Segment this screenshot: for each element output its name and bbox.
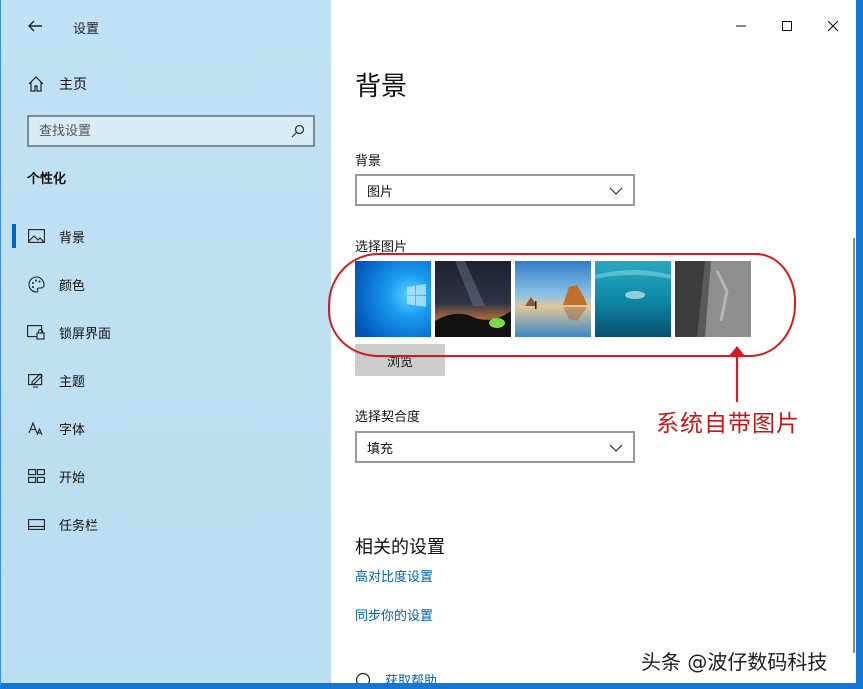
sidebar-nav: 背景 颜色 锁屏界面 主题 字体 开始 任务栏 (1, 212, 331, 548)
start-icon (27, 469, 45, 483)
sidebar-item-background[interactable]: 背景 (1, 212, 331, 260)
home-label: 主页 (59, 77, 87, 93)
background-type-value: 图片 (367, 184, 394, 200)
sidebar-item-label: 任务栏 (59, 518, 99, 534)
settings-window: 设置 主页 个性化 背景 颜色 (0, 0, 863, 689)
search-input[interactable] (29, 117, 313, 145)
lock-screen-icon (27, 324, 45, 340)
annotation-text: 系统自带图片 (656, 411, 800, 437)
background-type-dropdown[interactable]: 图片 (355, 174, 635, 206)
sidebar-item-themes[interactable]: 主题 (1, 356, 331, 404)
sidebar: 设置 主页 个性化 背景 颜色 (1, 0, 331, 683)
back-button[interactable] (23, 14, 47, 38)
font-icon (27, 421, 43, 435)
sidebar-item-fonts[interactable]: 字体 (1, 404, 331, 452)
search-icon[interactable] (291, 124, 305, 138)
sidebar-item-label: 字体 (59, 422, 86, 438)
sidebar-item-label: 开始 (59, 470, 86, 486)
palette-icon (28, 275, 45, 293)
related-settings-title: 相关的设置 (355, 537, 445, 558)
page-title: 背景 (355, 72, 408, 102)
close-button[interactable] (810, 0, 856, 52)
sidebar-item-label: 背景 (59, 230, 86, 246)
fit-dropdown[interactable]: 填充 (355, 431, 635, 463)
chevron-down-icon (609, 444, 623, 452)
chevron-down-icon (609, 187, 623, 195)
scrollbar[interactable] (853, 238, 855, 653)
sidebar-item-label: 颜色 (59, 278, 86, 294)
get-help-link[interactable]: 获取帮助 (355, 670, 438, 689)
help-icon (355, 672, 371, 683)
minimize-icon (736, 25, 746, 27)
titlebar-left: 设置 (1, 0, 331, 52)
home-nav-item[interactable]: 主页 (27, 72, 87, 96)
sidebar-item-taskbar[interactable]: 任务栏 (1, 500, 331, 548)
high-contrast-link[interactable]: 高对比度设置 (355, 566, 433, 585)
sidebar-item-lock-screen[interactable]: 锁屏界面 (1, 308, 331, 356)
app-title: 设置 (73, 22, 100, 37)
minimize-button[interactable] (718, 0, 764, 52)
annotation-arrow (729, 346, 745, 402)
sidebar-item-colors[interactable]: 颜色 (1, 260, 331, 308)
sidebar-item-label: 主题 (59, 374, 86, 390)
maximize-button[interactable] (764, 0, 810, 52)
theme-icon (27, 373, 43, 388)
watermark: 头条 @波仔数码科技 (641, 650, 828, 674)
background-label: 背景 (355, 154, 382, 169)
back-arrow-icon (28, 20, 42, 32)
fit-value: 填充 (367, 441, 394, 457)
close-icon (827, 20, 839, 32)
sidebar-item-label: 锁屏界面 (59, 326, 112, 342)
section-label: 个性化 (27, 172, 67, 187)
search-box (27, 115, 315, 147)
taskbar-icon (27, 518, 45, 530)
sync-settings-link[interactable]: 同步你的设置 (355, 605, 433, 624)
home-icon (28, 76, 44, 92)
picture-icon (27, 229, 45, 243)
fit-label: 选择契合度 (355, 410, 421, 425)
maximize-icon (782, 21, 792, 31)
get-help-label: 获取帮助 (385, 674, 438, 689)
window-controls (718, 0, 856, 52)
sidebar-item-start[interactable]: 开始 (1, 452, 331, 500)
